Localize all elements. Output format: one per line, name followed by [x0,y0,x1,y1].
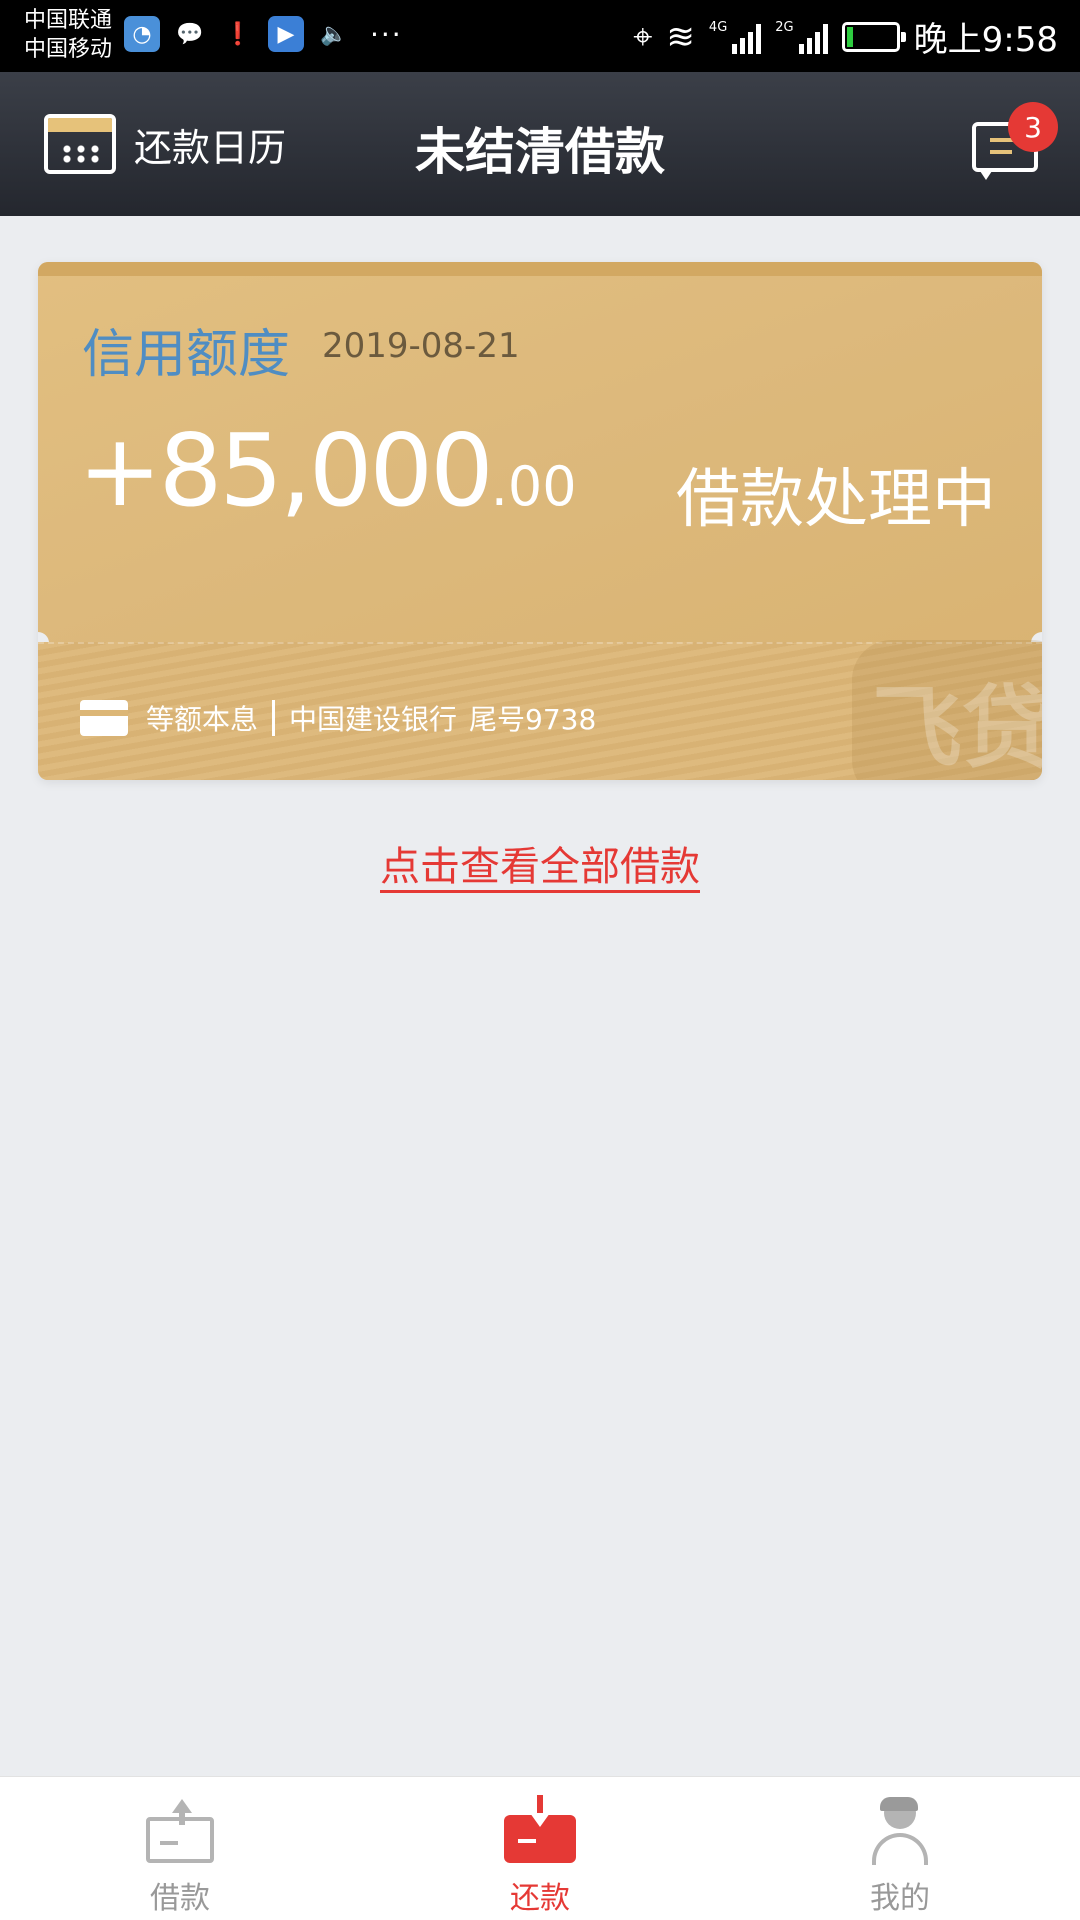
battery-icon [841,21,906,52]
nav-item-borrow[interactable]: 借款 [0,1777,360,1920]
more-notifications-icon: ··· [370,17,403,51]
amount-decimal: .00 [490,455,577,518]
card-tail-number: 尾号9738 [469,703,597,736]
borrow-icon [144,1795,216,1865]
bank-card-icon [80,700,128,736]
network-type-2: 2G [775,19,794,35]
nav-label-borrow: 借款 [150,1881,210,1916]
carrier-info: 中国联通 中国移动 [24,6,112,64]
card-details: 等额本息 中国建设银行 尾号9738 [80,698,596,738]
notification-icons: ◔ 💬 ❗ ▶ 🔈 ··· [124,16,403,52]
app-header: 还款日历 未结清借款 3 [0,72,1080,216]
loan-status: 借款处理中 [676,463,996,537]
view-all-container: 点击查看全部借款 [0,834,1080,892]
location-icon: ⌖ [633,16,653,57]
message-badge: 3 [1008,102,1058,152]
view-all-loans-link[interactable]: 点击查看全部借款 [380,844,700,890]
status-bar: 中国联通 中国移动 ◔ 💬 ❗ ▶ 🔈 ··· ⌖ ≋ 4G 2G 晚上9:58 [0,0,1080,72]
system-status: ⌖ ≋ 4G 2G 晚上9:58 [633,12,1058,61]
page-title: 未结清借款 [415,123,665,181]
credit-limit-label: 信用额度 [82,325,291,385]
card-footer: 等额本息 中国建设银行 尾号9738 飞贷 [38,640,1042,780]
wechat-icon: 💬 [176,21,204,47]
carrier-1: 中国联通 [24,8,113,33]
signal-icon-2: 2G [775,19,828,54]
nav-label-repay: 还款 [510,1881,570,1916]
loan-card[interactable]: 信用额度 2019-08-21 +85,000.00 借款处理中 等额本息 中国… [38,262,1042,780]
app-notification-icon: ◔ [124,16,160,52]
speaker-icon: 🔈 [320,21,348,47]
profile-icon [864,1795,936,1865]
network-type-1: 4G [708,19,728,35]
alert-icon: ❗ [224,21,252,47]
video-app-icon: ▶ [268,16,304,52]
bottom-nav: 借款 还款 我的 [0,1776,1080,1920]
brand-watermark: 飞贷 [852,640,1042,780]
signal-icon-1: 4G [708,19,762,54]
nav-label-profile: 我的 [870,1881,930,1916]
nav-item-repay[interactable]: 还款 [360,1777,720,1920]
loan-date: 2019-08-21 [322,326,520,366]
amount-main: +85,000 [78,412,494,529]
bank-name: 中国建设银行 [289,703,458,736]
loan-amount: +85,000.00 [78,412,577,529]
messages-button[interactable]: 3 [968,102,1058,180]
clock: 晚上9:58 [913,20,1058,60]
repay-method: 等额本息 [146,703,259,736]
app-screen: 中国联通 中国移动 ◔ 💬 ❗ ▶ 🔈 ··· ⌖ ≋ 4G 2G 晚上9:58 [0,0,1080,1920]
nav-item-profile[interactable]: 我的 [720,1777,1080,1920]
repay-icon [504,1795,576,1865]
wifi-icon: ≋ [666,16,695,57]
carrier-2: 中国移动 [24,37,113,62]
